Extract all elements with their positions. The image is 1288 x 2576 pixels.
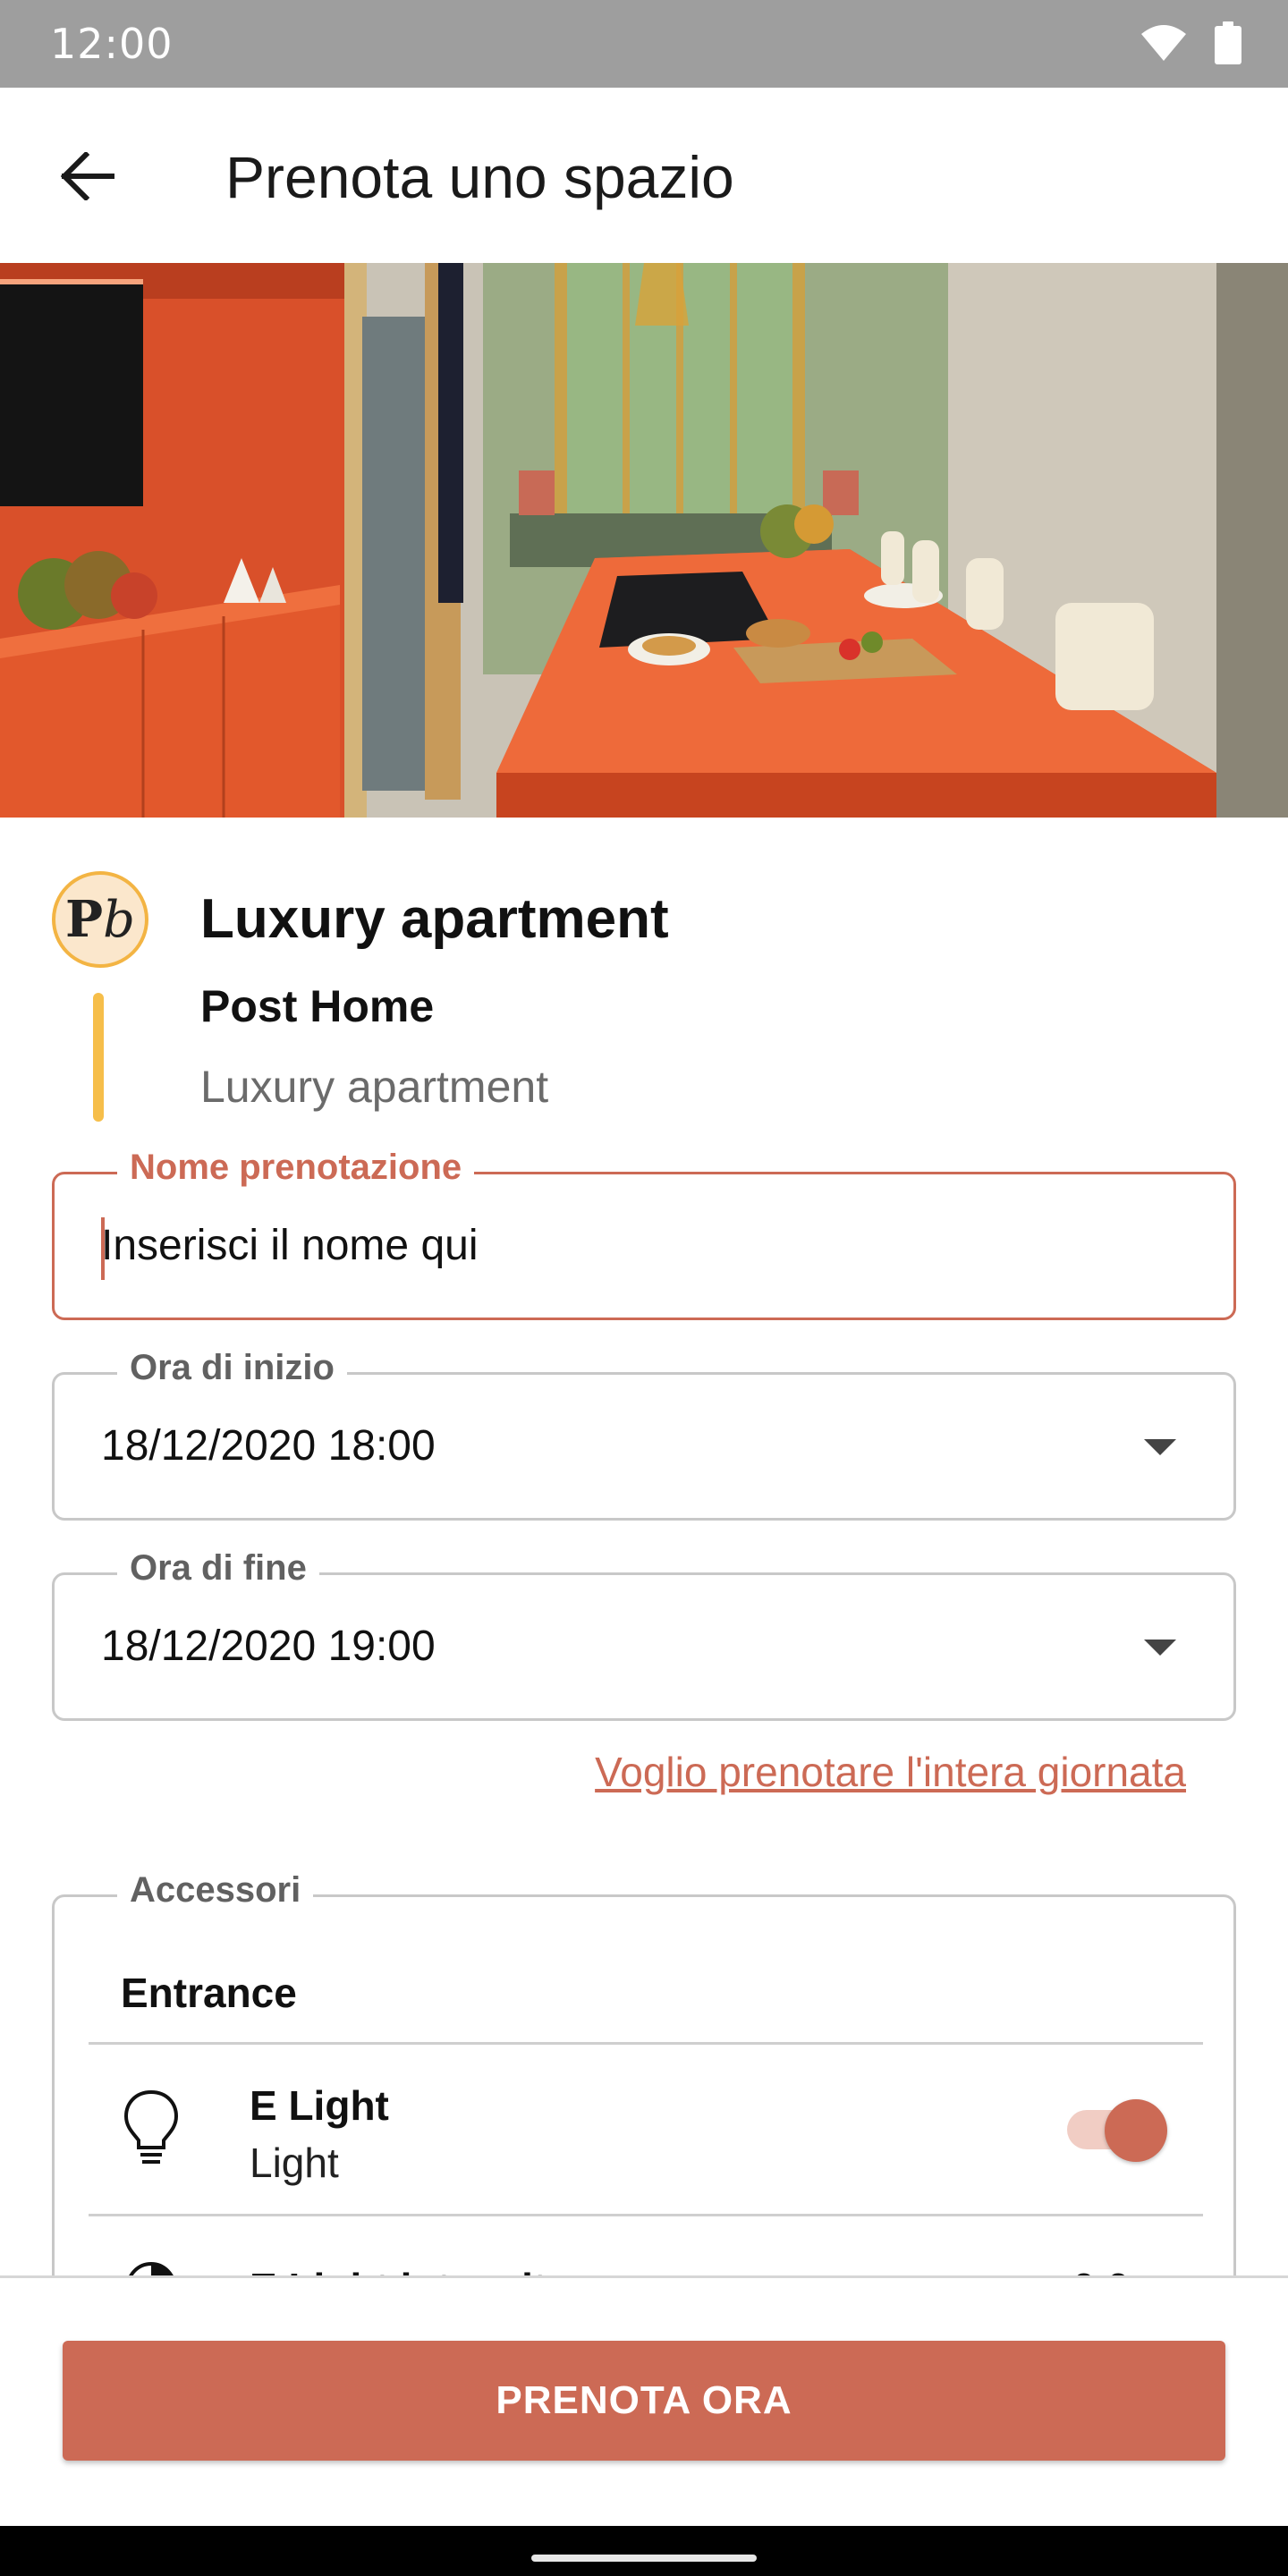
arrow-back-icon [61, 152, 114, 200]
battery-icon [1215, 21, 1241, 64]
space-title: Luxury apartment [200, 888, 669, 950]
light-toggle[interactable] [1062, 2087, 1169, 2162]
start-time-label: Ora di inizio [117, 1348, 347, 1388]
book-now-button[interactable]: PRENOTA ORA [63, 2341, 1225, 2461]
accessories-label: Accessori [117, 1870, 314, 1911]
bottom-action-bar: PRENOTA ORA [0, 2275, 1288, 2526]
logo-letter-italic: b [103, 891, 135, 949]
space-logo: Pb [52, 871, 148, 968]
booking-name-label: Nome prenotazione [117, 1148, 475, 1188]
accessory-section-title: Entrance [121, 1970, 297, 2016]
dropdown-arrow-icon[interactable] [1144, 1640, 1176, 1656]
accessory-name: E Light [250, 2082, 389, 2129]
booking-name-field[interactable]: Nome prenotazione Inserisci il nome qui [52, 1148, 1236, 1320]
home-gesture-handle[interactable] [531, 2555, 757, 2562]
space-photo [0, 263, 1288, 818]
logo-text: Pb [65, 890, 135, 949]
accent-line [93, 993, 104, 1122]
logo-letter: P [65, 890, 104, 949]
booking-name-input[interactable]: Inserisci il nome qui [101, 1221, 479, 1270]
status-time: 12:00 [50, 20, 174, 68]
page-title: Prenota uno spazio [225, 144, 734, 210]
end-time-select[interactable]: Ora di fine 18/12/2020 19:00 [52, 1548, 1236, 1721]
start-time-select[interactable]: Ora di inizio 18/12/2020 18:00 [52, 1348, 1236, 1521]
divider [89, 2042, 1203, 2045]
app-bar: Prenota uno spazio [0, 88, 1288, 263]
status-icons [1140, 21, 1241, 64]
toggle-thumb[interactable] [1105, 2099, 1167, 2162]
accessory-type: Light [250, 2140, 339, 2186]
space-subtitle: Luxury apartment [200, 1062, 549, 1112]
start-time-value: 18/12/2020 18:00 [101, 1422, 436, 1470]
status-bar: 12:00 [0, 0, 1288, 88]
end-time-value: 18/12/2020 19:00 [101, 1623, 436, 1670]
kitchen-room-photo [0, 263, 1288, 818]
navigation-bar [0, 2526, 1288, 2576]
back-button[interactable] [43, 136, 132, 216]
divider [89, 2214, 1203, 2216]
lightbulb-icon [123, 2089, 180, 2174]
wifi-icon [1141, 25, 1186, 61]
dropdown-arrow-icon[interactable] [1144, 1439, 1176, 1455]
space-owner: Post Home [200, 981, 435, 1031]
whole-day-link[interactable]: Voglio prenotare l'intera giornata [595, 1748, 1186, 1796]
end-time-label: Ora di fine [117, 1548, 319, 1589]
